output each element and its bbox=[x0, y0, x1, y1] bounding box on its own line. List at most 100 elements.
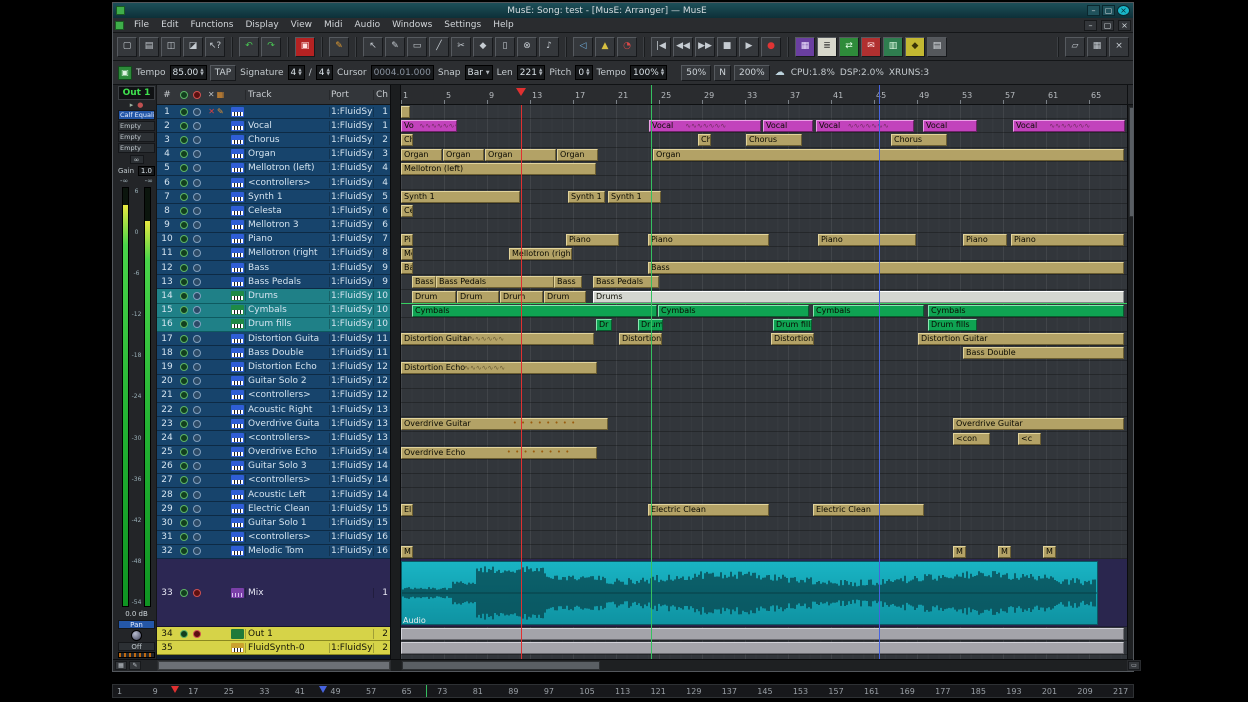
close-icon[interactable]: × bbox=[1117, 5, 1130, 16]
arranger-part[interactable]: Me bbox=[401, 248, 413, 260]
spin-down-icon[interactable]: ▼ bbox=[539, 73, 542, 77]
arranger-part[interactable]: Synth 1 bbox=[568, 191, 605, 203]
record-arm-dot[interactable] bbox=[180, 235, 188, 243]
record-arm-dot[interactable] bbox=[180, 391, 188, 399]
tracklist-hscrollbar[interactable] bbox=[157, 660, 391, 671]
arranger-lane-16[interactable] bbox=[401, 318, 1127, 332]
arranger-part[interactable]: Cymbals bbox=[412, 305, 657, 317]
arranger-part[interactable]: Piano bbox=[648, 234, 769, 246]
monitor-dot[interactable] bbox=[193, 448, 201, 456]
brush-icon[interactable]: ✎ bbox=[329, 37, 349, 57]
arranger-part[interactable]: Dr bbox=[596, 319, 612, 331]
arranger-lane-8[interactable] bbox=[401, 204, 1127, 218]
monitor-dot[interactable] bbox=[193, 179, 201, 187]
arranger-part[interactable]: Piano bbox=[818, 234, 916, 246]
sig-den-spinner[interactable]: ▲▼ bbox=[327, 69, 330, 77]
track-row-4[interactable]: 4Organ1:FluidSy3 bbox=[157, 148, 390, 162]
pan-knob[interactable] bbox=[131, 630, 142, 641]
effect-slot[interactable]: Empty bbox=[118, 121, 155, 131]
magnify-icon[interactable]: ▦ bbox=[115, 661, 127, 670]
vscroll-thumb[interactable] bbox=[1129, 107, 1133, 217]
global-marker-blue-icon[interactable] bbox=[319, 686, 327, 697]
arranger-part[interactable]: Overdrive Guitar bbox=[953, 418, 1124, 430]
arranger-part[interactable]: Drum fills bbox=[773, 319, 812, 331]
canvas-hscroll-thumb[interactable] bbox=[402, 661, 600, 670]
rewind-icon[interactable]: ◀◀ bbox=[673, 37, 693, 57]
monitor-dot[interactable] bbox=[193, 519, 201, 527]
arranger-part[interactable]: Cymbals bbox=[658, 305, 809, 317]
monitor-dot[interactable] bbox=[193, 420, 201, 428]
track-row-33[interactable]: 33Mix1 bbox=[157, 559, 390, 627]
record-arm-dot[interactable] bbox=[180, 278, 188, 286]
cursor-position[interactable]: 0004.01.000 bbox=[371, 65, 434, 80]
track-list-header[interactable]: # ✕▦ Track Port Ch bbox=[157, 85, 390, 105]
undo-icon[interactable]: ↶ bbox=[239, 37, 259, 57]
monitor-dot[interactable] bbox=[193, 476, 201, 484]
line-tool-icon[interactable]: ╱ bbox=[429, 37, 449, 57]
edit-mini-icon[interactable]: ✎ bbox=[129, 661, 141, 670]
header-icons[interactable]: ✕▦ bbox=[203, 90, 229, 99]
arranger-part[interactable]: Vocal bbox=[923, 120, 977, 132]
monitor-dot[interactable] bbox=[193, 193, 201, 201]
header-record-dot[interactable] bbox=[177, 91, 190, 99]
arranger-part[interactable]: Piano bbox=[566, 234, 619, 246]
signature-denominator[interactable]: 4▲▼ bbox=[316, 65, 333, 80]
global-timeline-ruler[interactable]: 1917253341495765738189971051131211291371… bbox=[112, 684, 1134, 698]
track-row-19[interactable]: 19Distortion Echo1:FluidSy12 bbox=[157, 360, 390, 374]
monitor-dot[interactable] bbox=[193, 533, 201, 541]
menu-view[interactable]: View bbox=[285, 20, 318, 30]
track-row-8[interactable]: 8Celesta1:FluidSy6 bbox=[157, 204, 390, 218]
monitor-dot[interactable] bbox=[193, 136, 201, 144]
arranger-lane-27[interactable] bbox=[401, 474, 1127, 488]
arranger-part[interactable]: Bass bbox=[648, 262, 1124, 274]
tempo-scale-spinner[interactable]: ▲▼ bbox=[661, 69, 664, 77]
master-icon[interactable]: ▤ bbox=[927, 37, 947, 57]
menu-midi[interactable]: Midi bbox=[318, 20, 348, 30]
monitor-dot[interactable] bbox=[193, 434, 201, 442]
record-arm-dot[interactable] bbox=[180, 150, 188, 158]
track-row-25[interactable]: 25Overdrive Echo1:FluidSy14 bbox=[157, 446, 390, 460]
cascade-windows-icon[interactable]: ▱ bbox=[1065, 37, 1085, 57]
arranger-part[interactable]: M bbox=[998, 546, 1011, 558]
monitor-dot[interactable] bbox=[193, 207, 201, 215]
monitor-dot[interactable] bbox=[193, 377, 201, 385]
track-row-2[interactable]: 2Vocal1:FluidSy1 bbox=[157, 119, 390, 133]
mute-dot[interactable] bbox=[193, 589, 201, 597]
monitor-dot[interactable] bbox=[193, 235, 201, 243]
pianoroll-icon[interactable]: ▦ bbox=[795, 37, 815, 57]
panel-splitter[interactable] bbox=[391, 85, 401, 659]
mute-tool-icon[interactable]: ⊗ bbox=[517, 37, 537, 57]
monitor-dot[interactable] bbox=[193, 150, 201, 158]
monitor-dot[interactable] bbox=[193, 221, 201, 229]
arranger-part[interactable]: Electric Clean bbox=[813, 504, 924, 516]
arranger-part[interactable]: Bass bbox=[554, 276, 582, 288]
record-arm-dot[interactable] bbox=[180, 462, 188, 470]
monitor-dot[interactable] bbox=[193, 491, 201, 499]
zoom-normal-button[interactable]: N bbox=[714, 65, 731, 81]
stereo-link-icon[interactable]: ∞ bbox=[130, 155, 144, 164]
arranger-part[interactable]: Chorus bbox=[891, 134, 947, 146]
header-number[interactable]: # bbox=[157, 90, 177, 100]
arranger-part[interactable] bbox=[401, 628, 1124, 640]
tempo-value[interactable]: 85.00▲▼ bbox=[170, 65, 207, 80]
pencil-tool-icon[interactable]: ✎ bbox=[385, 37, 405, 57]
record-icon[interactable]: ● bbox=[761, 37, 781, 57]
arranger-part[interactable]: M bbox=[953, 546, 966, 558]
track-row-29[interactable]: 29Electric Clean1:FluidSy15 bbox=[157, 502, 390, 516]
arranger-part[interactable]: Organ bbox=[557, 149, 598, 161]
arranger-lane-32[interactable] bbox=[401, 545, 1127, 559]
save-as-icon[interactable]: ◪ bbox=[183, 37, 203, 57]
arranger-part[interactable]: Overdrive Guitar bbox=[401, 418, 608, 430]
arranger-part[interactable]: Distortion bbox=[771, 333, 814, 345]
record-arm-dot[interactable] bbox=[180, 491, 188, 499]
speaker-icon[interactable]: ◁ bbox=[573, 37, 593, 57]
arranger-part[interactable]: Chorus bbox=[746, 134, 802, 146]
arranger-lane-30[interactable] bbox=[401, 517, 1127, 531]
arranger-part[interactable]: Vocal bbox=[763, 120, 813, 132]
track-row-26[interactable]: 26Guitar Solo 31:FluidSy14 bbox=[157, 460, 390, 474]
sig-num-spinner[interactable]: ▲▼ bbox=[298, 69, 301, 77]
track-row-18[interactable]: 18Bass Double1:FluidSy11 bbox=[157, 346, 390, 360]
monitor-dot[interactable] bbox=[193, 391, 201, 399]
mdi-close-icon[interactable]: × bbox=[1118, 20, 1131, 31]
track-row-16[interactable]: 16Drum fills1:FluidSy10 bbox=[157, 318, 390, 332]
